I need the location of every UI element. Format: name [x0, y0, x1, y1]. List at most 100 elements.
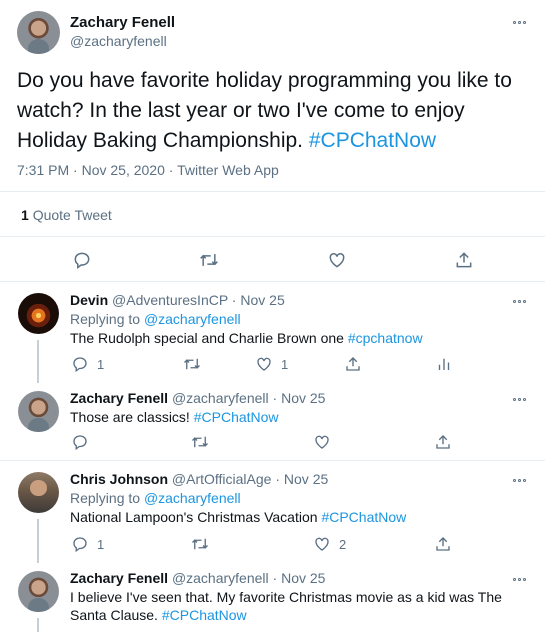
reply-button[interactable]: 1	[71, 355, 104, 373]
hashtag-link[interactable]: #CPChatNow	[321, 509, 406, 525]
hashtag-link[interactable]: #CPChatNow	[309, 129, 436, 152]
reply-date[interactable]: Nov 25	[281, 570, 325, 586]
reply-body: The Rudolph special and Charlie Brown on…	[70, 330, 344, 346]
mention-link[interactable]: @zacharyfenell	[144, 490, 241, 506]
reply-body: National Lampoon's Christmas Vacation	[70, 509, 318, 525]
reply-button[interactable]: 1	[71, 535, 104, 553]
share-button[interactable]	[454, 250, 474, 270]
analytics-button[interactable]	[435, 355, 453, 373]
author-name[interactable]: Devin	[70, 292, 108, 308]
author-handle[interactable]: @zacharyfenell	[70, 33, 167, 49]
share-icon	[456, 252, 472, 268]
hashtag-link[interactable]: #cpchatnow	[348, 330, 423, 346]
more-icon[interactable]	[510, 475, 528, 485]
thread-line	[37, 340, 39, 383]
retweet-button[interactable]	[190, 433, 210, 451]
like-button[interactable]	[327, 250, 347, 270]
reply-text: Those are classics! #CPChatNow	[70, 408, 510, 426]
like-count: 2	[339, 536, 347, 552]
like-button[interactable]	[313, 433, 331, 451]
quote-count: 1	[21, 207, 29, 223]
share-button[interactable]	[434, 535, 452, 553]
author-name[interactable]: Zachary Fenell	[70, 390, 168, 406]
retweet-button[interactable]	[190, 535, 210, 553]
more-icon[interactable]	[510, 574, 528, 584]
avatar[interactable]	[17, 11, 60, 54]
tweet-date[interactable]: Nov 25, 2020	[82, 162, 165, 178]
heart-icon	[329, 252, 345, 268]
avatar[interactable]	[18, 571, 59, 612]
quote-label: Quote Tweet	[32, 207, 112, 223]
reply-body: Those are classics!	[70, 409, 190, 425]
like-button[interactable]: 1	[255, 355, 288, 373]
tweet-text: Do you have favorite holiday programming…	[17, 66, 527, 156]
author-name[interactable]: Chris Johnson	[70, 471, 168, 487]
reply-text: The Rudolph special and Charlie Brown on…	[70, 329, 510, 347]
reply-icon	[73, 435, 87, 451]
avatar[interactable]	[18, 391, 59, 432]
retweet-button[interactable]	[198, 250, 220, 270]
reply-date[interactable]: Nov 25	[284, 471, 328, 487]
reply-text: National Lampoon's Christmas Vacation #C…	[70, 508, 510, 526]
reply-body: I believe I've seen that. My favorite Ch…	[70, 589, 502, 623]
thread-line	[37, 618, 39, 632]
like-button[interactable]: 2	[313, 535, 346, 553]
heart-icon	[257, 357, 271, 371]
retweet-icon	[192, 436, 208, 448]
replying-to: Replying to @zacharyfenell	[70, 490, 241, 506]
reply-text: I believe I've seen that. My favorite Ch…	[70, 588, 510, 624]
author-handle[interactable]: @AdventuresInCP	[112, 292, 228, 308]
reply-button[interactable]	[72, 250, 92, 270]
retweet-icon	[200, 254, 218, 266]
share-icon	[436, 435, 450, 449]
replying-to-label: Replying to	[70, 311, 141, 327]
share-button[interactable]	[434, 433, 452, 451]
reply-button[interactable]	[71, 433, 89, 451]
hashtag-link[interactable]: #CPChatNow	[162, 607, 247, 623]
reply-count: 1	[97, 356, 105, 372]
heart-icon	[315, 435, 329, 449]
tweet-source[interactable]: Twitter Web App	[177, 162, 279, 178]
author-handle[interactable]: @zacharyfenell	[172, 570, 269, 586]
tweet-time[interactable]: 7:31 PM	[17, 162, 69, 178]
divider	[0, 281, 545, 282]
replying-to-label: Replying to	[70, 490, 141, 506]
retweet-icon	[184, 358, 200, 370]
tweet-body: Do you have favorite holiday programming…	[17, 69, 512, 152]
retweet-button[interactable]	[182, 355, 202, 373]
more-icon[interactable]	[510, 17, 528, 27]
reply-icon	[73, 537, 87, 553]
more-icon[interactable]	[510, 296, 528, 306]
reply-icon	[74, 252, 90, 269]
author-name[interactable]: Zachary Fenell	[70, 14, 175, 31]
reply-header: Zachary Fenell @zacharyfenell · Nov 25	[70, 390, 326, 406]
quote-tweet-count[interactable]: 1 Quote Tweet	[21, 207, 112, 223]
retweet-icon	[192, 538, 208, 550]
replying-to: Replying to @zacharyfenell	[70, 311, 241, 327]
tweet-meta: 7:31 PM · Nov 25, 2020 · Twitter Web App	[17, 162, 279, 178]
divider	[0, 236, 545, 237]
analytics-icon	[438, 358, 450, 370]
like-count: 1	[281, 356, 289, 372]
avatar[interactable]	[18, 293, 59, 334]
reply-count: 1	[97, 536, 105, 552]
reply-date[interactable]: Nov 25	[240, 292, 284, 308]
avatar[interactable]	[18, 472, 59, 513]
heart-icon	[315, 537, 329, 551]
divider	[0, 460, 545, 461]
thread-line	[37, 519, 39, 563]
author-handle[interactable]: @ArtOfficialAge	[172, 471, 272, 487]
divider	[0, 191, 545, 192]
reply-header: Devin @AdventuresInCP · Nov 25	[70, 292, 285, 308]
reply-header: Zachary Fenell @zacharyfenell · Nov 25	[70, 570, 326, 586]
share-icon	[436, 537, 450, 551]
author-name[interactable]: Zachary Fenell	[70, 570, 168, 586]
share-icon	[346, 357, 360, 371]
hashtag-link[interactable]: #CPChatNow	[194, 409, 279, 425]
share-button[interactable]	[344, 355, 362, 373]
reply-date[interactable]: Nov 25	[281, 390, 325, 406]
more-icon[interactable]	[510, 394, 528, 404]
reply-icon	[73, 357, 87, 373]
mention-link[interactable]: @zacharyfenell	[144, 311, 241, 327]
author-handle[interactable]: @zacharyfenell	[172, 390, 269, 406]
